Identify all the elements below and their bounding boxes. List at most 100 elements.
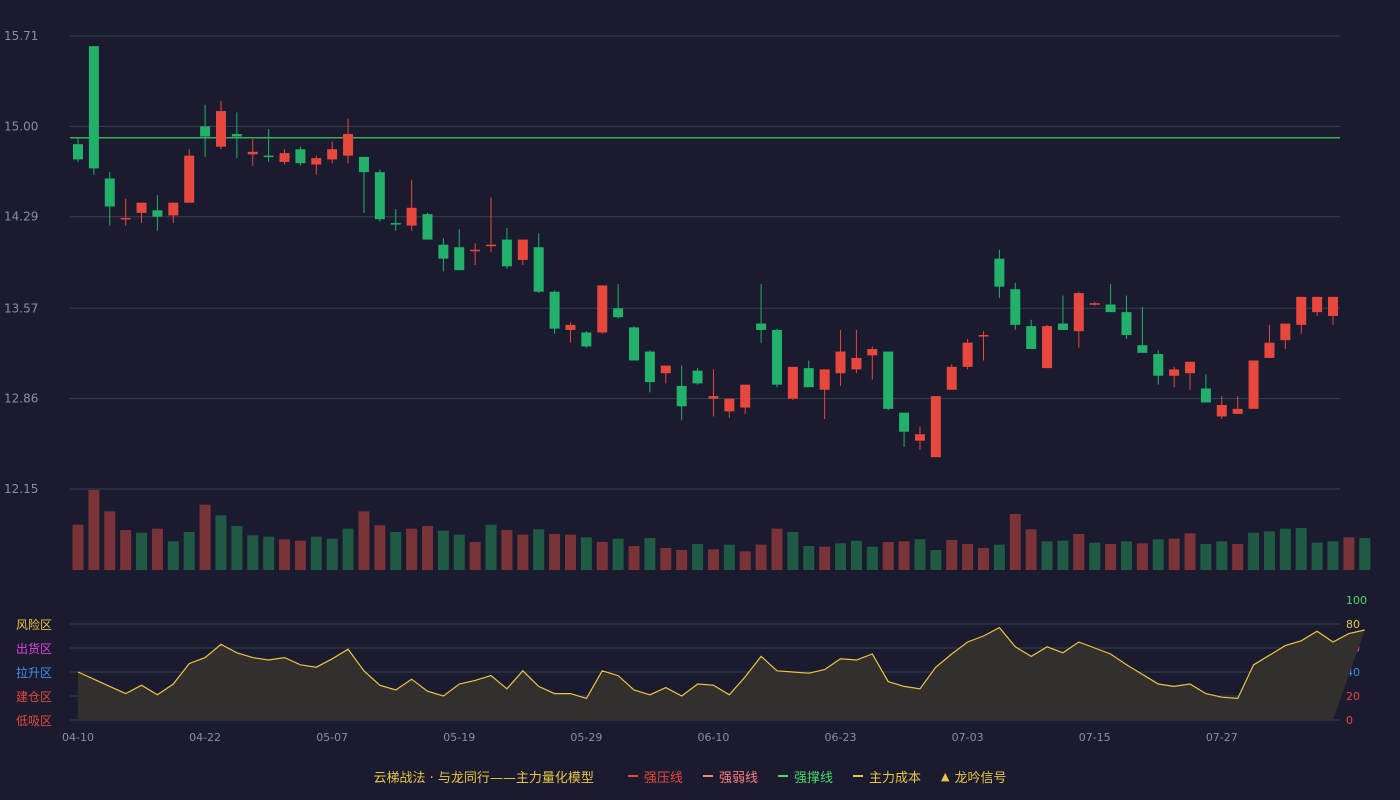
price-tick-label: 12.86 <box>4 392 38 406</box>
price-tick-label: 12.15 <box>4 482 38 496</box>
volume-bar <box>358 511 370 570</box>
chart-legend: 云梯战法 · 与龙同行——主力量化模型 强压线 强弱线 强撑线 主力成本 ▲ 龙… <box>0 762 1400 790</box>
main-cost-label: 主力成本 <box>868 770 921 786</box>
legend-strong-support[interactable]: 强撑线 <box>777 767 833 786</box>
volume-bar <box>1009 514 1021 570</box>
candle-body <box>422 214 433 240</box>
candlestick <box>104 172 115 226</box>
volume-bar <box>1263 531 1275 570</box>
volume-bar <box>978 548 990 570</box>
candle-body <box>994 258 1005 287</box>
volume-bar <box>1248 532 1260 570</box>
volume-bar <box>946 540 958 570</box>
volume-bar <box>1311 542 1323 570</box>
candle-body <box>803 368 814 388</box>
volume-bar <box>692 544 704 570</box>
candle-body <box>327 149 338 160</box>
candlestick <box>756 284 767 343</box>
candlestick <box>343 118 354 164</box>
candlestick <box>422 212 433 240</box>
volume-bar <box>819 546 831 570</box>
candle-body <box>343 133 354 156</box>
candle-body <box>613 308 624 318</box>
legend-dragon-signal[interactable]: ▲ 龙吟信号 <box>941 767 1006 786</box>
price-tick-label: 15.00 <box>4 119 38 133</box>
candle-body <box>1264 342 1275 358</box>
volume-bar <box>1152 539 1164 570</box>
volume-bar <box>596 542 608 570</box>
candlestick <box>470 243 481 266</box>
candle-body <box>200 126 211 137</box>
candle-body <box>374 172 385 220</box>
candle-body <box>1232 408 1243 414</box>
legend-main-cost[interactable]: 主力成本 <box>852 767 921 786</box>
candle-body <box>1153 354 1164 376</box>
legend-strong-pressure[interactable]: 强压线 <box>627 767 683 786</box>
volume-bar <box>1200 544 1212 570</box>
candle-body <box>1169 369 1180 376</box>
candlestick <box>120 198 131 226</box>
candle-body <box>263 155 274 158</box>
volume-bar <box>1232 544 1244 570</box>
candle-body <box>486 244 497 247</box>
candlestick <box>215 100 226 150</box>
candlestick <box>279 149 290 165</box>
volume-bar <box>263 536 275 570</box>
volume-bar <box>533 529 545 570</box>
candle-body <box>152 210 163 217</box>
strength-line-swatch <box>702 775 713 777</box>
candlestick <box>946 364 957 390</box>
candle-body <box>1296 296 1307 325</box>
volume-bar <box>183 532 195 570</box>
candlestick <box>152 195 163 231</box>
candlestick <box>517 239 528 266</box>
volume-bar <box>136 532 148 570</box>
candle-body <box>549 291 560 329</box>
candle-body <box>470 249 481 252</box>
candle-body <box>88 46 99 169</box>
indicator-zone-label: 拉升区 <box>16 665 52 680</box>
volume-bar <box>72 524 84 570</box>
volume-bar <box>1359 538 1371 570</box>
candle-body <box>914 434 925 441</box>
candlestick <box>1089 301 1100 306</box>
candlestick <box>724 398 735 418</box>
candlestick <box>1296 296 1307 334</box>
volume-bar <box>787 532 799 570</box>
indicator-tick-label: 80 <box>1346 618 1360 631</box>
candle-body <box>1042 326 1053 369</box>
candle-body <box>756 323 767 330</box>
candle-body <box>279 153 290 162</box>
candlestick <box>565 322 576 343</box>
candlestick <box>708 369 719 417</box>
candle-body <box>835 351 846 374</box>
chart-stage: 15.7115.0014.2913.5712.8612.151008060402… <box>0 0 1400 800</box>
volume-bar <box>374 525 386 570</box>
volume-bar <box>517 534 529 570</box>
candle-body <box>692 370 703 384</box>
legend-strength-line[interactable]: 强弱线 <box>702 767 758 786</box>
candlestick <box>295 146 306 166</box>
candle-body <box>819 369 830 390</box>
volume-bar <box>898 541 910 570</box>
candle-body <box>867 349 878 356</box>
x-tick-label: 07-15 <box>1079 731 1111 744</box>
volume-bar <box>421 526 433 570</box>
indicator-zone-label: 建仓区 <box>16 690 52 704</box>
candle-body <box>1185 361 1196 374</box>
volume-bar <box>1025 529 1037 570</box>
x-tick-label: 05-19 <box>443 731 475 744</box>
candle-body <box>1073 293 1084 332</box>
candlestick <box>1248 360 1259 409</box>
volume-bar <box>326 538 338 570</box>
volume-bar <box>294 540 306 570</box>
candlestick <box>978 331 989 361</box>
candlestick <box>819 369 830 420</box>
candle-body <box>708 396 719 399</box>
candlestick <box>1312 296 1323 316</box>
volume-bar <box>739 551 751 570</box>
candle-body <box>1026 326 1037 350</box>
volume-bar <box>1120 541 1132 570</box>
volume-bar <box>1041 541 1053 570</box>
candlestick <box>883 351 894 411</box>
